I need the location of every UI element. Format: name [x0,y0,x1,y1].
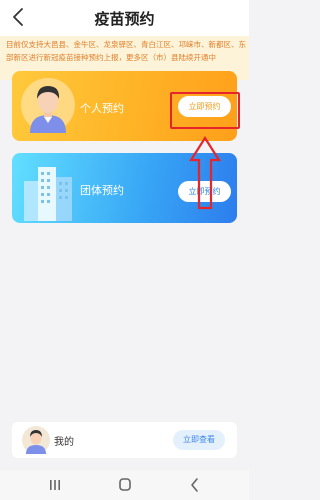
person-avatar-icon [22,426,50,454]
up-arrow-icon [188,135,222,210]
view-now-button[interactable]: 立即查看 [173,430,225,450]
person-avatar-icon [20,77,76,133]
home-icon[interactable] [113,475,137,495]
menu-icon[interactable] [43,475,67,495]
group-appointment-label: 团体预约 [80,184,124,197]
buildings-icon [20,161,78,221]
app-header: 疫苗预约 [0,0,249,36]
page-title: 疫苗预约 [94,10,155,28]
mine-label: 我的 [54,437,74,448]
system-nav-bar [0,470,249,500]
personal-appointment-label: 个人预约 [80,102,124,115]
mine-card[interactable]: 我的 立即查看 [12,422,237,458]
highlight-box [170,92,240,129]
back-icon[interactable] [183,475,207,495]
notice-text: 目前仅支持大邑县、金牛区、龙泉驿区、青白江区、邛崃市、新都区、东部新区进行新冠疫… [6,40,246,62]
